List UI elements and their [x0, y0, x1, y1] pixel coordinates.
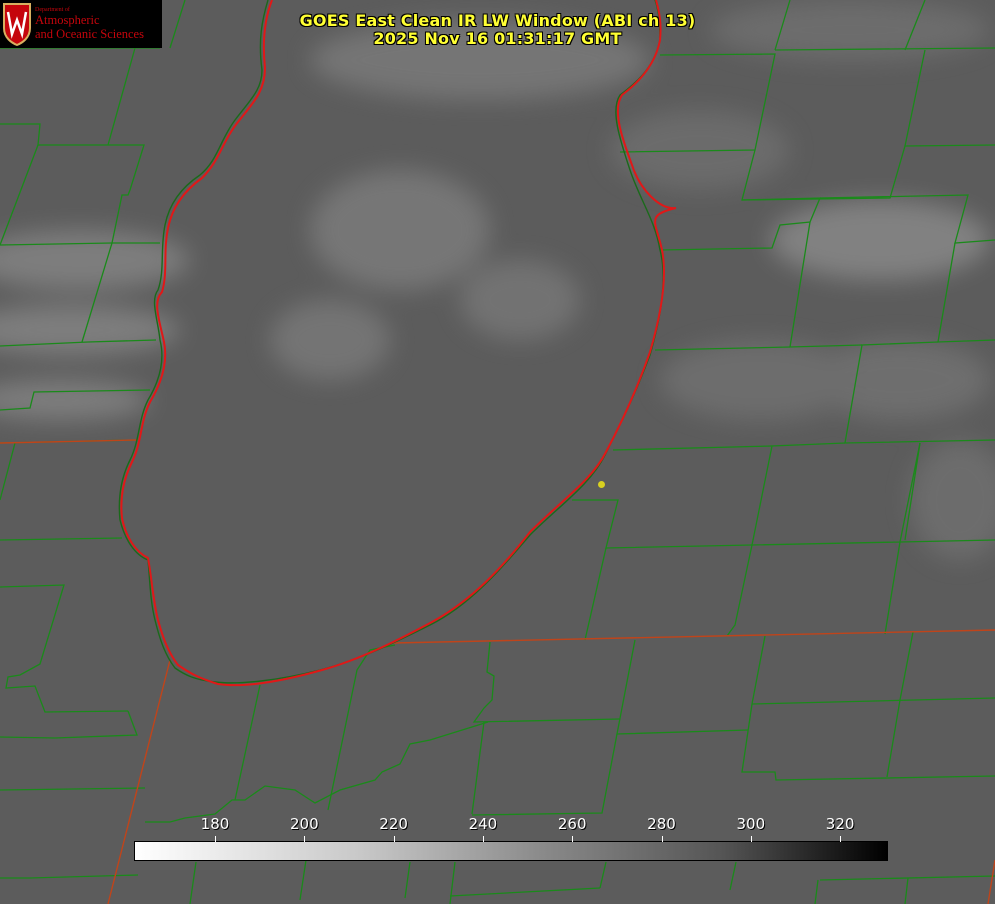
colorbar-tick [661, 836, 663, 842]
colorbar-label-320: 320 [825, 815, 855, 833]
colorbar-tick [215, 836, 216, 842]
colorbar-label-260: 260 [557, 815, 587, 833]
state-lines [0, 439, 995, 904]
logo-name-line1: Atmospheric [35, 13, 100, 27]
lake-michigan-outline [118, 0, 677, 687]
colorbar-label-280: 280 [647, 815, 676, 833]
county-lines [0, 0, 995, 904]
colorbar-tick [572, 836, 574, 842]
colorbar-tick [750, 836, 752, 842]
aos-logo: Department of Atmospheric and Oceanic Sc… [0, 0, 162, 48]
colorbar-label-200: 200 [289, 815, 319, 833]
uw-crest-icon [3, 3, 31, 46]
colorbar-tick [482, 836, 484, 842]
colorbar-label-300: 300 [736, 815, 766, 833]
station-marker-icon [598, 481, 605, 488]
temperature-colorbar [134, 841, 888, 861]
colorbar-label-180: 180 [200, 815, 230, 833]
colorbar-label-240: 240 [468, 815, 498, 833]
colorbar-label-220: 220 [379, 815, 408, 833]
colorbar-tick [393, 836, 395, 842]
logo-name-line2: and Oceanic Sciences [35, 27, 144, 41]
satellite-map: GOES East Clean IR LW Window (ABI ch 13)… [0, 0, 995, 904]
colorbar-tick [840, 836, 842, 842]
map-canvas [0, 0, 995, 904]
cloud-layer [0, 0, 995, 560]
colorbar-tick [304, 836, 306, 842]
